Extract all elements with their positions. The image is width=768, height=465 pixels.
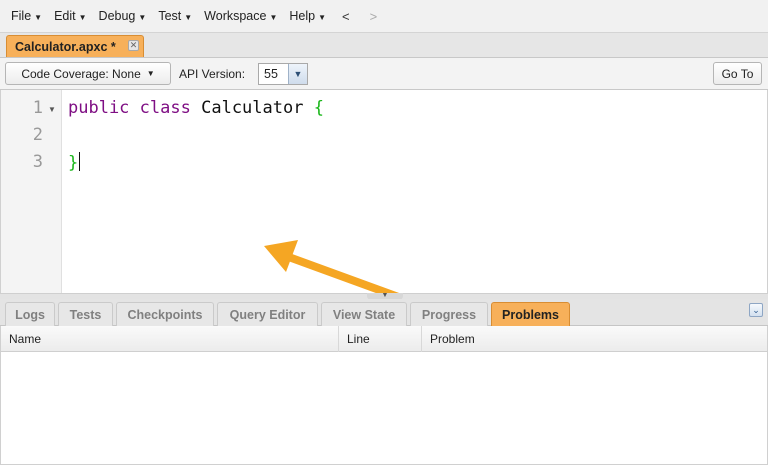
menu-debug[interactable]: Debug ▼ [93,5,153,27]
go-to-button[interactable]: Go To [713,62,762,85]
menu-help[interactable]: Help ▼ [283,5,332,27]
editor-toolbar: Code Coverage: None ▼ API Version: 55 ▼ … [0,58,768,90]
column-name[interactable]: Name [1,326,339,352]
column-problem[interactable]: Problem [422,326,767,352]
menu-test[interactable]: Test ▼ [152,5,198,27]
caret-down-icon: ▼ [146,69,155,78]
text-cursor [79,152,81,171]
forward-button[interactable]: > [360,9,388,24]
problems-table-header: Name Line Problem [0,326,768,352]
open-brace: { [313,98,324,118]
caret-down-icon: ▼ [318,12,327,22]
caret-down-icon: ▼ [78,12,87,22]
file-tab-label: Calculator.apxc * [15,39,116,54]
line-number-gutter: 1 ▼ 2 3 [1,90,62,293]
line-number: 3 [32,152,43,172]
line-number: 2 [32,125,43,145]
tab-tests[interactable]: Tests [58,302,113,326]
file-tab-calculator[interactable]: Calculator.apxc * ✕ [6,35,144,57]
caret-down-icon: ▼ [34,12,43,22]
problems-table-body [0,352,768,465]
menu-file[interactable]: File ▼ [5,5,48,27]
tab-logs[interactable]: Logs [5,302,55,326]
file-tab-strip: Calculator.apxc * ✕ [0,32,768,58]
collapse-panel-icon[interactable]: ⌄ [749,303,763,317]
code-line-3: } [68,152,81,173]
fold-arrow-icon[interactable]: ▼ [48,105,56,114]
menu-edit[interactable]: Edit ▼ [48,5,92,27]
menu-bar: File ▼ Edit ▼ Debug ▼ Test ▼ Workspace ▼ Help… [0,0,768,32]
tab-checkpoints[interactable]: Checkpoints [116,302,214,326]
api-version-value: 55 [264,67,278,81]
chevron-down-icon[interactable]: ▼ [288,64,307,84]
class-name: Calculator [201,98,304,118]
menu-workspace[interactable]: Workspace ▼ [198,5,283,27]
caret-down-icon: ▼ [184,12,193,22]
tab-problems[interactable]: Problems [491,302,570,326]
tab-progress[interactable]: Progress [410,302,488,326]
code-line-1: public class Calculator { [68,98,324,118]
tab-query-editor[interactable]: Query Editor [217,302,318,326]
column-line[interactable]: Line [339,326,422,352]
keyword: public [68,98,130,118]
caret-down-icon: ▼ [138,12,147,22]
panel-tab-bar: Logs Tests Checkpoints Query Editor View… [0,299,768,326]
line-number: 1 [32,98,43,118]
code-coverage-dropdown[interactable]: Code Coverage: None ▼ [5,62,171,85]
keyword: class [139,98,191,118]
back-button[interactable]: < [332,9,360,24]
tab-view-state[interactable]: View State [321,302,407,326]
close-icon[interactable]: ✕ [128,40,139,51]
api-version-select[interactable]: 55 ▼ [258,63,308,85]
close-brace: } [68,153,79,173]
api-version-label: API Version: [179,67,246,81]
code-editor[interactable]: 1 ▼ 2 3 public class Calculator { } [0,90,768,314]
caret-down-icon: ▼ [269,12,278,22]
